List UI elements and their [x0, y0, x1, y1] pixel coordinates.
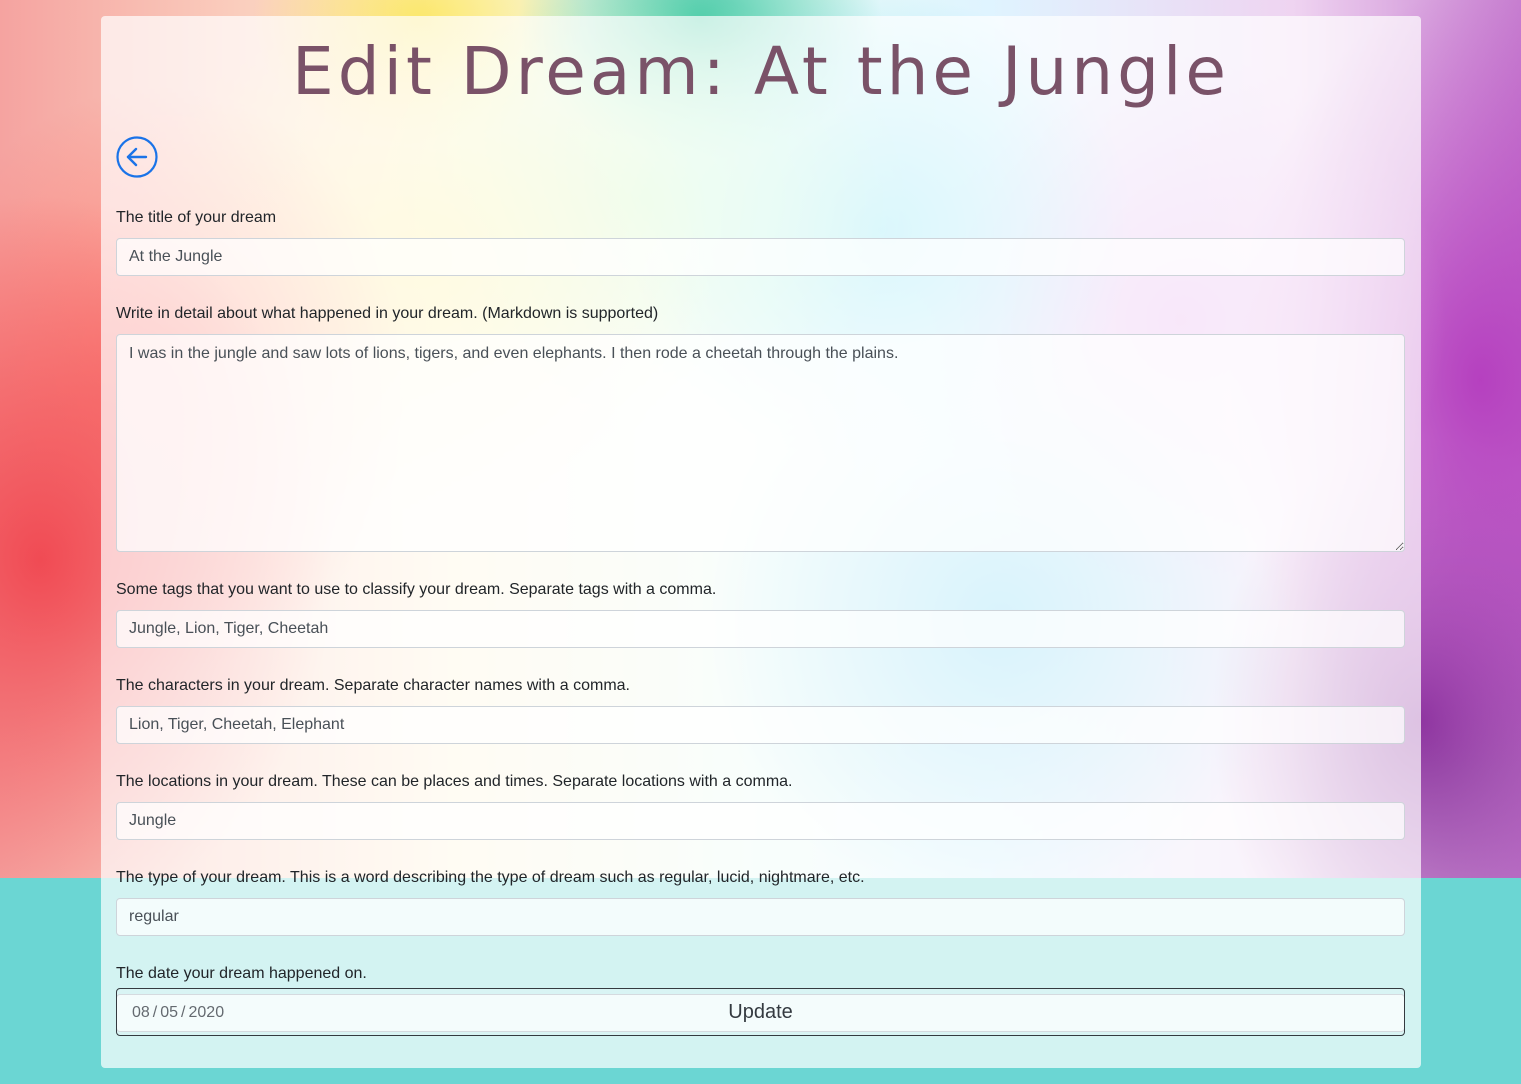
locations-input[interactable]	[116, 802, 1405, 840]
update-button[interactable]: Update	[116, 988, 1405, 1036]
tags-label: Some tags that you want to use to classi…	[116, 581, 717, 598]
tags-input[interactable]	[116, 610, 1405, 648]
characters-input[interactable]	[116, 706, 1405, 744]
back-button[interactable]	[116, 136, 158, 178]
characters-label: The characters in your dream. Separate c…	[116, 677, 630, 694]
locations-label: The locations in your dream. These can b…	[116, 773, 793, 790]
page-title: Edit Dream: At the Jungle	[292, 33, 1230, 110]
type-label: The type of your dream. This is a word d…	[116, 869, 865, 886]
description-textarea[interactable]: I was in the jungle and saw lots of lion…	[116, 334, 1405, 552]
title-label: The title of your dream	[116, 209, 277, 226]
type-input[interactable]	[116, 898, 1405, 936]
title-input[interactable]	[116, 238, 1405, 276]
edit-dream-card: Edit Dream: At the Jungle The title of y…	[101, 16, 1421, 1068]
edit-dream-form: The title of your dream Write in detail …	[116, 208, 1405, 1060]
description-label: Write in detail about what happened in y…	[116, 305, 659, 322]
arrow-left-circle-icon	[116, 136, 158, 178]
date-label: The date your dream happened on.	[116, 965, 367, 982]
